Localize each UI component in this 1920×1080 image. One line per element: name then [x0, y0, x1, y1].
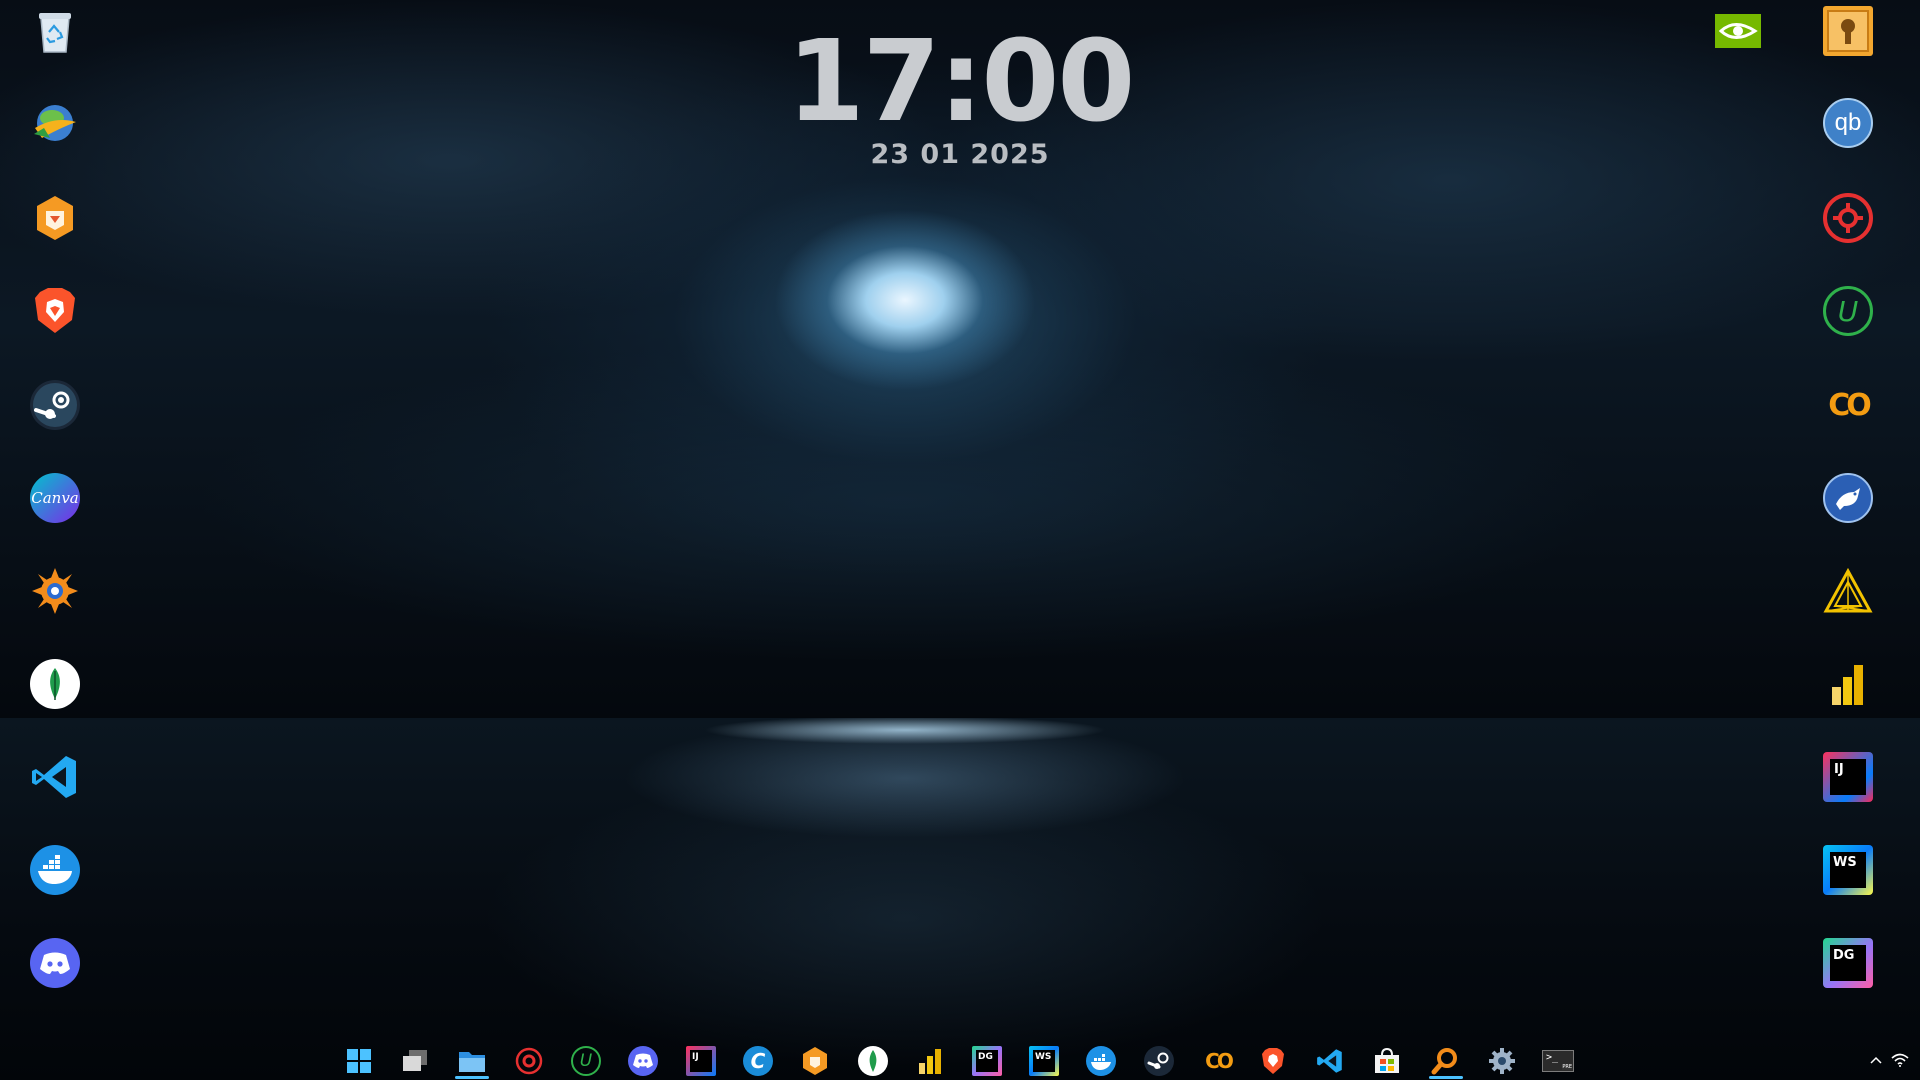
vscode-icon[interactable] — [1315, 1046, 1345, 1076]
docker-icon[interactable] — [30, 845, 80, 895]
cursor-app-icon[interactable]: C — [743, 1046, 773, 1076]
steam-icon[interactable] — [1144, 1046, 1174, 1076]
power-bi-icon[interactable] — [915, 1046, 945, 1076]
discord-icon[interactable] — [30, 938, 80, 988]
chevron-up-icon[interactable] — [1868, 1048, 1884, 1072]
steam-icon[interactable] — [30, 380, 80, 430]
taskbar — [0, 1040, 1920, 1080]
intellij-label: IJ — [1830, 759, 1866, 795]
canva-label: Canva — [31, 489, 79, 507]
red-gear-app-icon[interactable] — [1823, 193, 1873, 243]
clock-time: 17:00 — [786, 17, 1136, 147]
recycle-bin-icon[interactable] — [30, 6, 80, 56]
upwork-label: U — [1837, 294, 1859, 328]
taskbar-active-indicator — [455, 1076, 489, 1079]
taskbar-active-indicator — [1429, 1076, 1463, 1079]
taskbar-cursor-label: C — [750, 1049, 766, 1073]
bird-app-icon[interactable] — [1823, 473, 1873, 523]
coursera-label: CO — [1828, 387, 1871, 423]
datagrip-label: DG — [1830, 945, 1866, 981]
webstorm-label: WS — [1830, 852, 1866, 888]
webstorm-icon[interactable]: WS — [1029, 1046, 1059, 1076]
vscode-icon[interactable] — [30, 752, 80, 802]
qbittorrent-icon[interactable]: qb — [1823, 98, 1873, 148]
intellij-idea-icon[interactable]: IJ — [686, 1046, 716, 1076]
qbittorrent-label: qb — [1834, 109, 1862, 136]
taskbar-upwork-label: U — [579, 1051, 593, 1071]
xnview-icon[interactable] — [30, 566, 80, 616]
red-gear-app-icon[interactable] — [514, 1046, 544, 1076]
discord-icon[interactable] — [628, 1046, 658, 1076]
file-explorer-icon[interactable] — [457, 1046, 487, 1076]
settings-icon[interactable] — [1487, 1046, 1517, 1076]
upwork-icon[interactable]: U — [571, 1046, 601, 1076]
moonlit-sea — [0, 718, 1920, 1080]
mongodb-compass-icon[interactable] — [858, 1046, 888, 1076]
task-view-icon[interactable] — [400, 1046, 430, 1076]
terminal-prompt-icon: >_ — [1546, 1052, 1559, 1063]
mongodb-compass-icon[interactable] — [30, 659, 80, 709]
datagrip-icon[interactable]: DG — [1823, 938, 1873, 988]
taskbar-webstorm-label: WS — [1033, 1050, 1055, 1072]
taskbar-intellij-label: IJ — [690, 1050, 712, 1072]
power-bi-icon[interactable] — [1823, 659, 1873, 709]
terminal-preview-label: PRE — [1562, 1064, 1572, 1070]
clock-date: 23 01 2025 — [870, 139, 1050, 170]
brave-browser-icon[interactable] — [30, 286, 80, 336]
keepass-icon[interactable] — [1823, 6, 1873, 56]
brave-orange-app-icon[interactable] — [30, 193, 80, 243]
terminal-icon[interactable]: >_ PRE — [1540, 1046, 1576, 1076]
brave-browser-icon[interactable] — [1258, 1046, 1288, 1076]
upwork-icon[interactable]: U — [1823, 286, 1873, 336]
microsoft-store-icon[interactable] — [1372, 1046, 1402, 1076]
internet-download-manager-icon[interactable] — [30, 98, 80, 148]
intellij-idea-icon[interactable]: IJ — [1823, 752, 1873, 802]
coursera-icon[interactable]: CO — [1200, 1046, 1236, 1076]
triangle-app-icon[interactable] — [1823, 566, 1873, 616]
datagrip-icon[interactable]: DG — [972, 1046, 1002, 1076]
start-icon[interactable] — [344, 1046, 374, 1076]
taskbar-datagrip-label: DG — [976, 1050, 998, 1072]
coursera-icon[interactable]: CO — [1823, 380, 1873, 430]
brave-orange-app-icon[interactable] — [800, 1046, 830, 1076]
canva-icon[interactable]: Canva — [30, 473, 80, 523]
webstorm-icon[interactable]: WS — [1823, 845, 1873, 895]
wifi-icon[interactable] — [1888, 1048, 1912, 1072]
docker-icon[interactable] — [1086, 1046, 1116, 1076]
search-app-icon[interactable] — [1430, 1046, 1460, 1076]
nvidia-icon[interactable] — [1713, 12, 1763, 50]
taskbar-coursera-label: CO — [1205, 1049, 1234, 1073]
